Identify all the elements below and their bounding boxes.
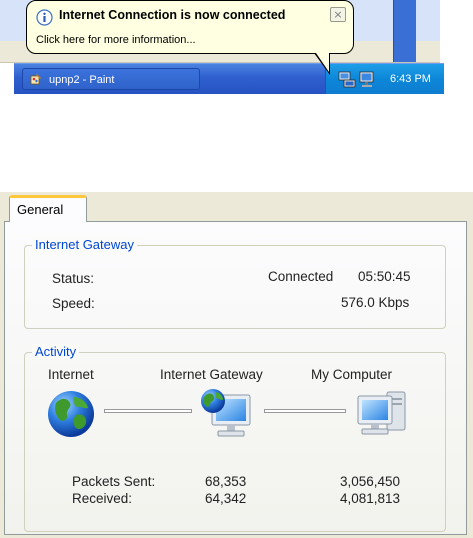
- clock[interactable]: 6:43 PM: [390, 64, 431, 94]
- computer-tray-icon[interactable]: [358, 71, 376, 88]
- gateway-packets-received: 64,342: [205, 491, 247, 506]
- group-title: Internet Gateway: [32, 237, 137, 252]
- gateway-packets-sent: 68,353: [205, 474, 247, 489]
- paint-icon: [30, 74, 41, 85]
- connection-line: [264, 409, 346, 413]
- connection-line: [104, 409, 192, 413]
- system-tray: 6:43 PM: [325, 64, 444, 94]
- notification-balloon[interactable]: Internet Connection is now connected Cli…: [26, 0, 354, 75]
- balloon-message[interactable]: Click here for more information...: [36, 34, 196, 46]
- taskbar-button-paint[interactable]: upnp2 - Paint: [22, 68, 200, 90]
- status-label: Status:: [52, 271, 95, 286]
- close-button[interactable]: ×: [330, 7, 346, 22]
- packets-sent-label: Packets Sent:: [72, 474, 156, 489]
- tab-general[interactable]: General: [9, 195, 87, 222]
- speed-value: 576.0 Kbps: [341, 295, 410, 310]
- computer-packets-received: 4,081,813: [340, 491, 401, 506]
- duration-value: 05:50:45: [358, 269, 411, 284]
- taskbar: upnp2 - Paint 6:43 PM: [14, 63, 444, 94]
- close-icon: ×: [333, 8, 343, 21]
- network-connection-icon[interactable]: [338, 70, 356, 88]
- node-label-gateway: Internet Gateway: [160, 367, 263, 382]
- node-label-computer: My Computer: [311, 367, 393, 382]
- taskbar-button-label: upnp2 - Paint: [49, 74, 115, 86]
- computer-packets-sent: 3,056,450: [340, 474, 401, 489]
- gateway-computer-icon: [201, 389, 251, 437]
- status-value: Connected: [268, 269, 334, 284]
- balloon-title: Internet Connection is now connected: [59, 8, 286, 22]
- group-title: Activity: [32, 344, 80, 359]
- globe-icon: [48, 391, 94, 437]
- internet-gateway-group: Internet Gateway: [24, 237, 446, 329]
- computer-icon: [357, 391, 406, 435]
- speed-label: Speed:: [52, 296, 95, 311]
- taskbar-screenshot: upnp2 - Paint 6:43 PM Internet Connectio…: [0, 0, 460, 108]
- info-icon: [36, 9, 53, 26]
- received-label: Received:: [72, 491, 133, 506]
- node-label-internet: Internet: [48, 367, 94, 382]
- window-scrollbar[interactable]: [393, 0, 416, 62]
